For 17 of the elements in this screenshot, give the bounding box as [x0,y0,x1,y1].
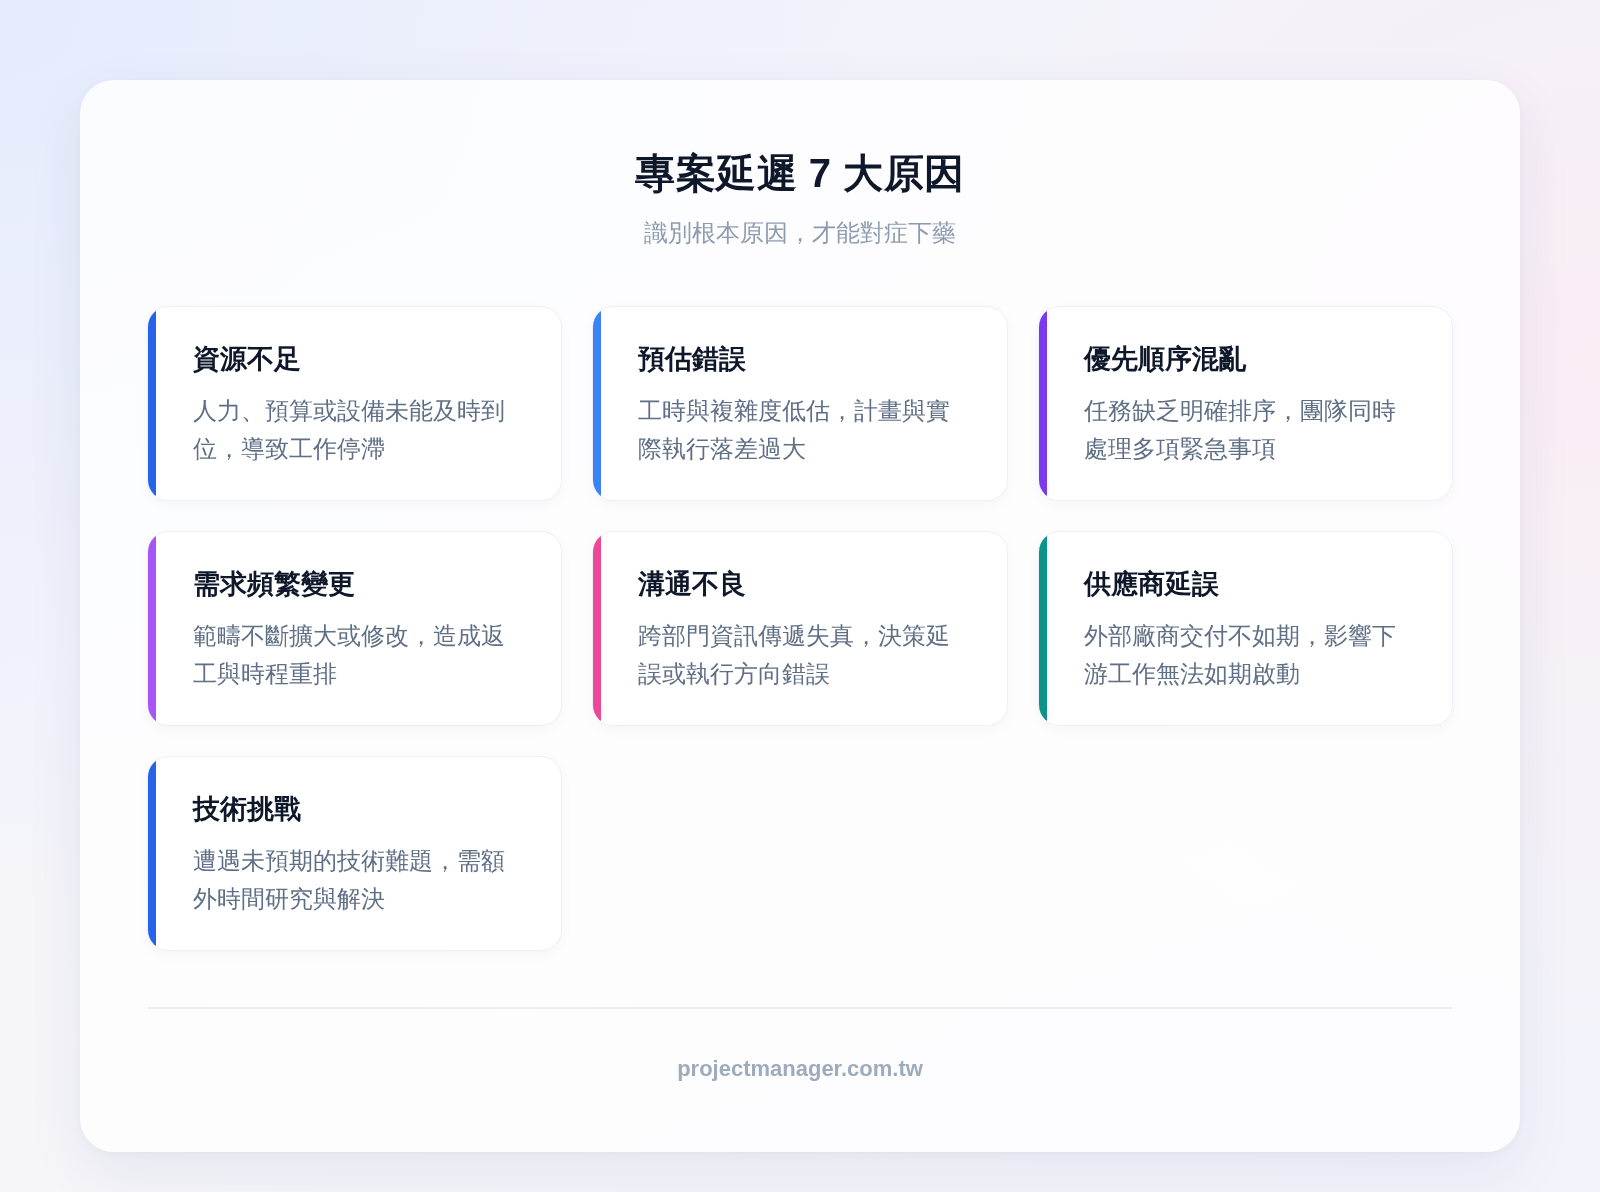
cause-title: 供應商延誤 [1083,568,1220,601]
cause-description: 任務缺乏明確排序，團隊同時處理多項緊急事項 [1083,397,1397,464]
page-subtitle: 識別根本原因，才能對症下藥 [644,218,956,248]
cause-title: 預估錯誤 [638,343,748,376]
cause-title: 資源不足 [193,343,302,376]
cause-title: 技術挑戰 [193,793,302,826]
cause-description: 跨部門資訊傳遞失真，決策延誤或執行方向錯誤 [638,622,952,689]
cause-description: 範疇不斷擴大或修改，造成返工與時程重排 [193,622,506,689]
cause-title: 需求頻繁變更 [193,568,356,601]
cause-description: 遭遇未預期的技術難題，需額外時間研究與解決 [193,847,506,914]
footer-text: projectmanager.com.tw [677,1055,923,1083]
cause-description: 人力、預算或設備未能及時到位，導致工作停滯 [193,397,506,464]
page-title: 專案延遲 7 大原因 [635,150,965,197]
cause-description: 外部廠商交付不如期，影響下游工作無法如期啟動 [1083,622,1397,689]
cause-title: 優先順序混亂 [1083,343,1248,376]
cause-title: 溝通不良 [638,568,748,601]
cause-description: 工時與複雜度低估，計畫與實際執行落差過大 [638,397,952,464]
